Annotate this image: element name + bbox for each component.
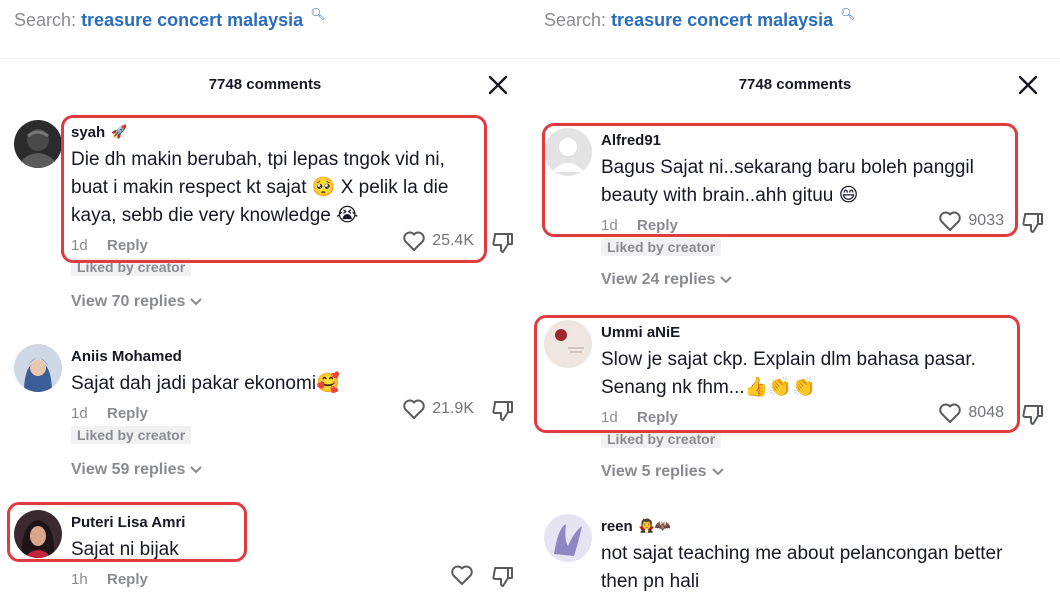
heart-icon <box>451 565 473 585</box>
dislike-icon[interactable] <box>490 564 516 590</box>
search-icon[interactable]: 🔍︎ <box>310 7 325 21</box>
reply-button[interactable]: Reply <box>107 571 148 588</box>
highlight-box <box>542 123 1018 237</box>
username[interactable]: reen <box>601 518 633 535</box>
highlight-box <box>7 502 247 562</box>
view-replies-label: View 24 replies <box>601 271 716 288</box>
heart-icon <box>403 399 425 419</box>
avatar[interactable] <box>544 514 592 562</box>
close-icon[interactable] <box>1015 72 1041 98</box>
search-bar[interactable]: Search: treasure concert malaysia 🔍︎ <box>14 7 325 31</box>
comment-text: Sajat dah jadi pakar ekonomi🥰 <box>71 373 340 394</box>
comment-time: 1d <box>71 404 88 422</box>
like-button[interactable]: 21.9K <box>402 398 474 420</box>
search-bar[interactable]: Search: treasure concert malaysia 🔍︎ <box>544 7 855 31</box>
close-icon[interactable] <box>485 72 511 98</box>
view-replies-button[interactable]: View 59 replies <box>71 461 203 479</box>
liked-by-creator-badge: Liked by creator <box>601 238 722 256</box>
view-replies-button[interactable]: View 24 replies <box>601 271 733 289</box>
search-query[interactable]: treasure concert malaysia <box>611 10 833 30</box>
dislike-icon[interactable] <box>490 398 516 424</box>
chevron-down-icon <box>720 276 733 284</box>
comment-text: not sajat teaching me about pelancongan … <box>601 543 1003 592</box>
like-button[interactable] <box>450 564 474 586</box>
comment-time: 1h <box>71 570 88 588</box>
username[interactable]: Aniis Mohamed <box>71 348 182 365</box>
chevron-down-icon <box>190 298 203 306</box>
avatar[interactable] <box>14 344 62 392</box>
comment-body: reen 🧛🦇 not sajat teaching me about pela… <box>601 516 1040 596</box>
dislike-icon[interactable] <box>1020 210 1046 236</box>
view-replies-button[interactable]: View 5 replies <box>601 463 725 481</box>
comments-count-title: 7748 comments <box>738 76 852 93</box>
search-query[interactable]: treasure concert malaysia <box>81 10 303 30</box>
divider <box>530 58 1060 59</box>
liked-by-creator-badge: Liked by creator <box>71 426 192 444</box>
dislike-icon[interactable] <box>490 230 516 256</box>
left-pane: Search: treasure concert malaysia 🔍︎ 774… <box>0 0 530 600</box>
chevron-down-icon <box>190 466 203 474</box>
dislike-icon[interactable] <box>1020 402 1046 428</box>
avatar[interactable] <box>14 120 62 168</box>
view-replies-label: View 70 replies <box>71 293 186 310</box>
highlight-box <box>61 115 487 263</box>
divider <box>0 58 530 59</box>
view-replies-label: View 59 replies <box>71 461 186 478</box>
search-prefix: Search: <box>14 10 77 30</box>
search-icon[interactable]: 🔍︎ <box>840 7 855 21</box>
search-prefix: Search: <box>544 10 607 30</box>
username-emoji: 🧛🦇 <box>638 518 672 533</box>
chevron-down-icon <box>711 468 724 476</box>
like-count: 21.9K <box>432 400 474 417</box>
highlight-box <box>534 315 1020 433</box>
view-replies-button[interactable]: View 70 replies <box>71 293 203 311</box>
reply-button[interactable]: Reply <box>107 405 148 422</box>
view-replies-label: View 5 replies <box>601 463 707 480</box>
comments-count-title: 7748 comments <box>208 76 322 93</box>
right-pane: Search: treasure concert malaysia 🔍︎ 774… <box>530 0 1060 600</box>
